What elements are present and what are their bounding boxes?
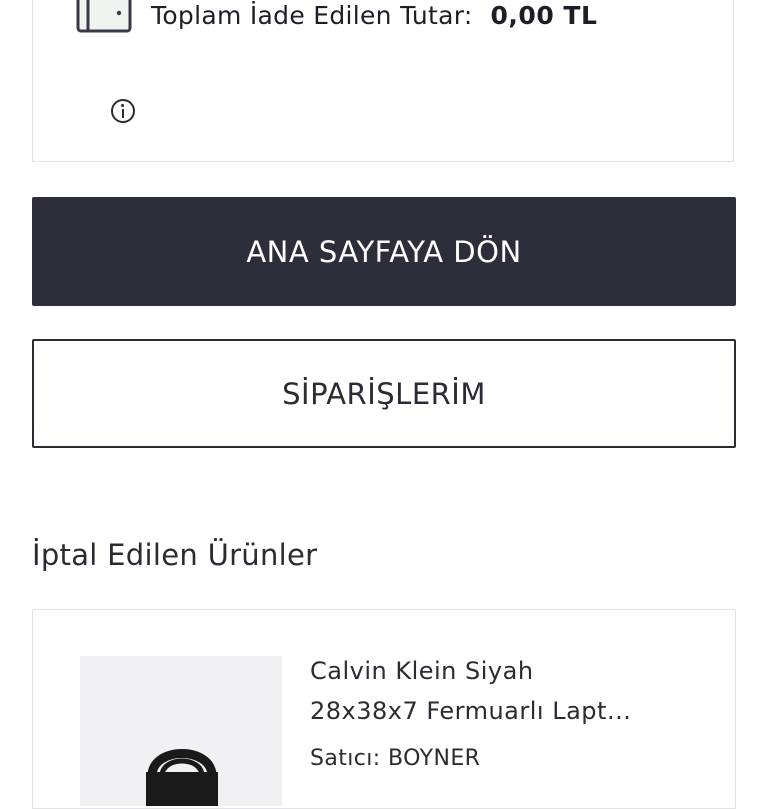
wallet-icon <box>76 0 132 33</box>
refund-amount: 0,00 TL <box>490 0 598 30</box>
cancelled-products-title: İptal Edilen Ürünler <box>32 538 318 572</box>
product-name[interactable]: Calvin Klein Siyah 28x38x7 Fermuarlı Lap… <box>310 651 720 731</box>
product-name-line1: Calvin Klein Siyah <box>310 657 534 685</box>
refund-text: Toplam İade Edilen Tutar: 0,00 TL <box>151 1 597 30</box>
info-icon[interactable] <box>111 99 135 123</box>
product-image[interactable] <box>80 656 282 806</box>
cancelled-product-card[interactable]: Calvin Klein Siyah 28x38x7 Fermuarlı Lap… <box>32 609 736 809</box>
refund-row: Toplam İade Edilen Tutar: 0,00 TL <box>75 0 597 35</box>
refund-label: Toplam İade Edilen Tutar: <box>151 0 473 30</box>
home-button[interactable]: ANA SAYFAYA DÖN <box>32 197 736 306</box>
seller-label: Satıcı: BOYNER <box>310 746 481 771</box>
refund-summary-card: Toplam İade Edilen Tutar: 0,00 TL <box>32 0 734 162</box>
product-name-line2: 28x38x7 Fermuarlı Lapt... <box>310 697 632 725</box>
my-orders-button[interactable]: SİPARİŞLERİM <box>32 339 736 448</box>
bag-icon <box>146 749 218 806</box>
